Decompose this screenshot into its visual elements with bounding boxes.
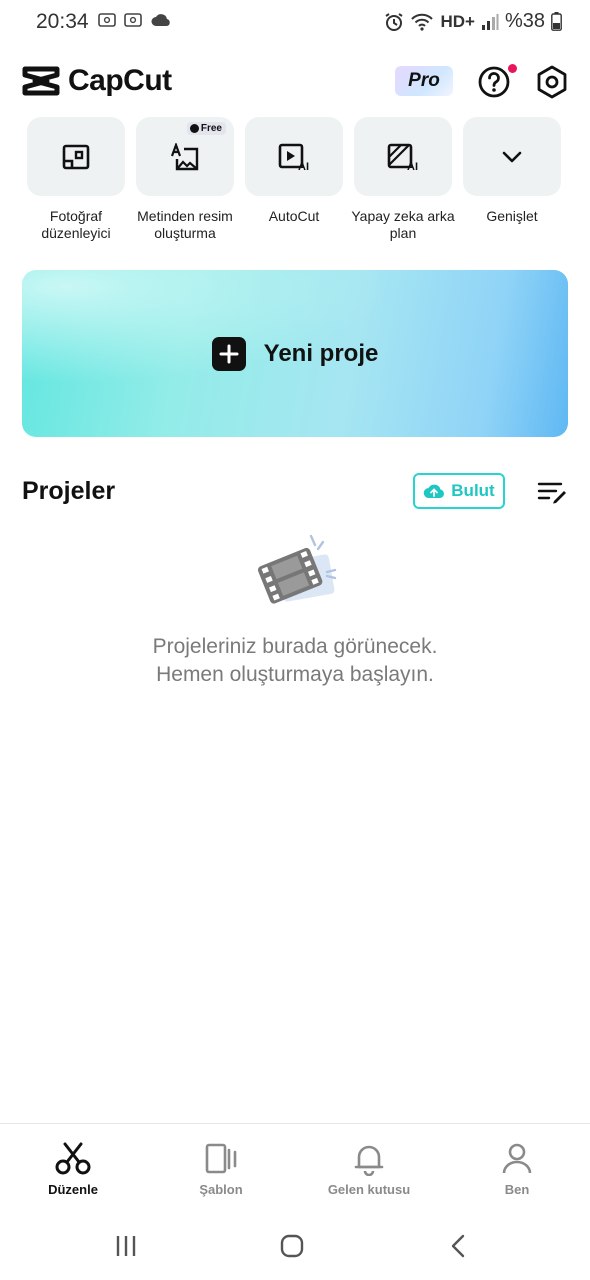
nav-inbox[interactable]: Gelen kutusu	[314, 1142, 424, 1197]
app-header: CapCut Pro	[0, 60, 590, 104]
new-project-button[interactable]: Yeni proje	[22, 270, 568, 437]
template-icon	[205, 1143, 237, 1174]
cloud-upload-icon	[424, 484, 445, 499]
tool-text-to-image[interactable]: Free Metinden resim oluşturma	[136, 117, 234, 242]
tool-photo-editor[interactable]: Fotoğraf düzenleyici	[27, 117, 125, 242]
cloud-label: Bulut	[451, 481, 495, 500]
free-badge: Free	[186, 122, 226, 135]
scissors-icon	[55, 1142, 91, 1175]
notification-dot	[508, 64, 517, 73]
settings-icon	[537, 65, 567, 99]
empty-state-line1: Projeleriniz burada görünecek.	[152, 635, 438, 658]
status-left-icons	[98, 12, 172, 28]
plus-icon	[211, 336, 246, 371]
photo-editor-icon	[62, 144, 90, 169]
system-navigation-bar	[0, 1213, 590, 1280]
tool-box[interactable]	[27, 117, 125, 196]
status-right: HD+ %38	[384, 10, 562, 33]
free-badge-label: Free	[200, 123, 222, 134]
back-icon	[451, 1234, 465, 1258]
nav-template[interactable]: Şablon	[166, 1142, 276, 1197]
wifi-icon	[411, 13, 434, 31]
edit-list-icon	[537, 482, 566, 504]
capcut-logo: CapCut	[22, 64, 172, 98]
clock-icon	[189, 124, 199, 133]
back-button[interactable]	[438, 1231, 478, 1261]
nav-label: Ben	[504, 1182, 530, 1197]
tool-expand[interactable]: Genişlet	[463, 117, 561, 242]
cloud-status-icon	[151, 14, 170, 26]
text-to-image-icon	[170, 142, 199, 170]
nav-profile[interactable]: Ben	[462, 1142, 572, 1197]
nav-label: Düzenle	[48, 1182, 98, 1197]
home-button[interactable]	[272, 1231, 312, 1261]
alarm-icon	[385, 12, 404, 31]
screen-record-icon	[98, 13, 116, 27]
network-type: HD+	[440, 11, 475, 31]
tool-label: Yapay zeka arka plan	[351, 208, 455, 241]
tool-label: AutoCut	[268, 208, 320, 224]
svg-text:AI: AI	[298, 161, 309, 171]
tool-box[interactable]: AI	[354, 117, 452, 196]
bottom-navigation: Düzenle Şablon Gelen kutusu Ben	[0, 1123, 590, 1213]
screen-record-icon-2	[124, 13, 142, 27]
tool-label: Fotoğraf düzenleyici	[41, 208, 111, 241]
bell-icon	[354, 1145, 384, 1176]
empty-state-text: Projeleriniz burada görünecek. Hemen olu…	[0, 633, 590, 689]
home-icon	[280, 1234, 304, 1258]
autocut-icon: AI	[278, 143, 309, 171]
empty-state-line2: Hemen oluşturmaya başlayın.	[156, 663, 434, 686]
tool-box[interactable]: Free	[136, 117, 234, 196]
status-bar: 20:34 HD+ %38	[0, 0, 590, 44]
film-icon	[257, 534, 337, 604]
signal-icon	[481, 13, 499, 30]
nav-label: Şablon	[199, 1182, 243, 1197]
tool-box[interactable]: AI	[245, 117, 343, 196]
tool-label: Metinden resim oluşturma	[137, 208, 233, 241]
pro-button[interactable]: Pro	[395, 66, 453, 96]
ai-background-icon: AI	[387, 143, 418, 171]
empty-projects-illustration	[255, 528, 345, 613]
tool-label: Genişlet	[486, 208, 538, 224]
tool-autocut[interactable]: AI AutoCut	[245, 117, 343, 242]
status-time: 20:34	[36, 10, 89, 33]
cloud-button[interactable]: Bulut	[413, 473, 505, 509]
capcut-logo-icon	[22, 66, 60, 96]
tool-box[interactable]	[463, 117, 561, 196]
tool-ai-background[interactable]: AI Yapay zeka arka plan	[351, 117, 455, 242]
projects-title: Projeler	[22, 477, 116, 505]
help-icon	[478, 66, 510, 98]
nav-label: Gelen kutusu	[327, 1182, 411, 1197]
tools-row: Fotoğraf düzenleyici Free Metinden resim…	[27, 117, 561, 242]
app-name: CapCut	[68, 64, 172, 97]
recent-apps-button[interactable]	[106, 1231, 146, 1261]
chevron-down-icon	[502, 151, 522, 162]
profile-icon	[502, 1143, 532, 1174]
settings-button[interactable]	[534, 64, 570, 100]
battery-percent: %38	[504, 10, 545, 32]
new-project-label: Yeni proje	[263, 339, 379, 367]
nav-edit[interactable]: Düzenle	[18, 1142, 128, 1197]
svg-text:AI: AI	[407, 161, 418, 171]
battery-icon	[551, 12, 562, 31]
help-button[interactable]	[476, 64, 512, 100]
recent-apps-icon	[116, 1236, 136, 1256]
manage-projects-button[interactable]	[536, 478, 568, 506]
